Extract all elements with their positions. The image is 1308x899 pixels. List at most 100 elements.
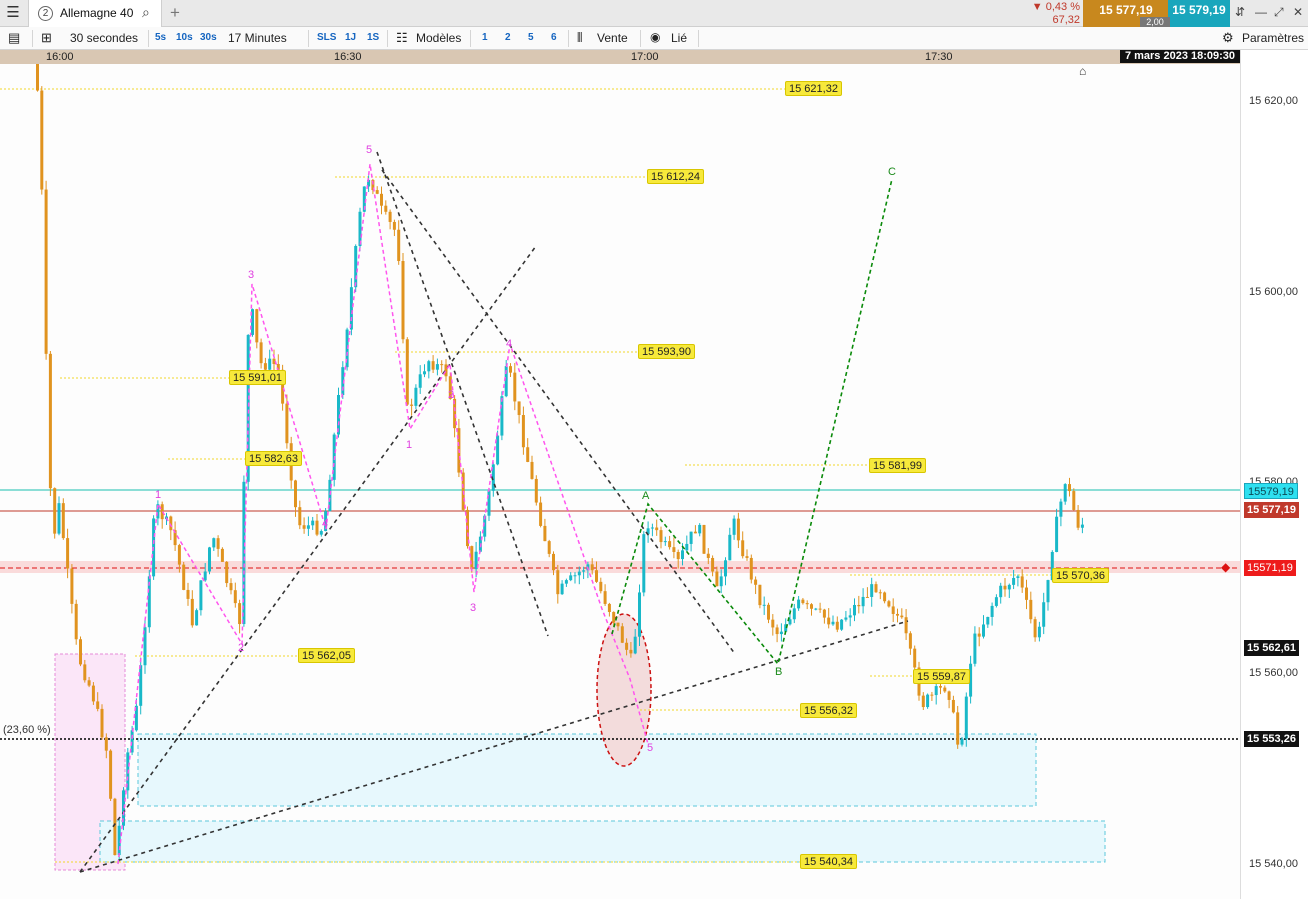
candle-body — [835, 621, 839, 630]
models-button[interactable]: Modèles — [416, 31, 461, 45]
candle-body — [487, 490, 491, 516]
price-axis[interactable]: 15 620,00 15 600,00 15 580,00 15 560,00 … — [1221, 50, 1308, 899]
range-sls[interactable]: SLS — [317, 32, 336, 43]
candle-body — [939, 686, 942, 688]
candle-body — [715, 571, 719, 587]
candle-body — [1020, 576, 1024, 588]
demand-zone-lower — [99, 820, 1106, 863]
candle-body — [1033, 619, 1037, 638]
candle-body — [435, 364, 439, 370]
price-chart[interactable] — [0, 64, 1240, 899]
period-select[interactable]: 17 Minutes — [228, 31, 287, 45]
candle-body — [672, 547, 676, 552]
candle-body — [719, 576, 723, 587]
candle-body — [698, 524, 702, 534]
candle-body — [805, 603, 809, 605]
model-slot-6[interactable]: 6 — [551, 32, 557, 43]
candle-body — [392, 221, 396, 230]
candle-body — [233, 590, 237, 604]
model-slot-5[interactable]: 5 — [528, 32, 534, 43]
candle-body — [861, 596, 865, 607]
range-1j[interactable]: 1J — [345, 32, 356, 43]
gear-icon[interactable]: ⚙ — [1222, 30, 1234, 46]
interval-30s[interactable]: 30s — [200, 32, 217, 43]
candle-body — [749, 557, 753, 580]
candle-body — [190, 598, 194, 626]
candle-body — [203, 571, 207, 581]
layout-icon[interactable]: ⊞ — [41, 30, 52, 46]
demand-zone-upper — [137, 733, 1037, 807]
level-label: 15 582,63 — [245, 451, 302, 466]
time-axis: 16:00 16:30 17:00 17:30 — [0, 50, 1240, 64]
candle-body — [96, 701, 100, 709]
interval-10s[interactable]: 10s — [176, 32, 193, 43]
candle-body — [349, 287, 353, 330]
level-label: 15 559,87 — [913, 669, 970, 684]
settings-button[interactable]: Paramètres — [1242, 31, 1304, 45]
model-slot-2[interactable]: 2 — [505, 32, 511, 43]
candle-body — [199, 580, 203, 611]
candle-body — [573, 575, 577, 577]
candle-body — [973, 633, 977, 664]
hamburger-icon[interactable]: ☰ — [4, 5, 22, 21]
candle-body — [926, 694, 930, 708]
candle-body — [556, 570, 560, 595]
side-select[interactable]: Vente — [597, 31, 628, 45]
range-1s[interactable]: 1S — [367, 32, 379, 43]
candle-body — [689, 531, 693, 544]
abc-label: C — [888, 166, 896, 178]
candle-body — [741, 540, 745, 557]
close-icon[interactable]: ✕ — [1293, 5, 1303, 19]
candle-body — [814, 608, 818, 610]
add-tab-icon[interactable]: + — [170, 3, 180, 23]
instrument-tab[interactable]: 2 Allemagne 40 ⌕ — [28, 0, 162, 27]
candle-body — [848, 615, 852, 618]
candles-icon[interactable]: ⫴ — [577, 30, 582, 46]
candle-body — [582, 570, 586, 572]
candle-body — [238, 603, 242, 625]
link-button[interactable]: Lié — [671, 31, 687, 45]
candle-body — [513, 372, 517, 402]
interval-5s[interactable]: 5s — [155, 32, 166, 43]
search-icon[interactable]: ⌕ — [142, 4, 150, 21]
alert-price-tag[interactable]: 15571,19 — [1244, 560, 1296, 576]
candle-body — [616, 622, 620, 627]
alert-handle-icon[interactable]: ◆ — [1221, 560, 1230, 574]
popout-icon[interactable]: ⤢ — [1274, 5, 1284, 20]
candle-body — [986, 616, 990, 625]
level-label: 15 556,32 — [800, 703, 857, 718]
link-icon[interactable]: ◉ — [650, 30, 660, 44]
minimize-icon[interactable]: — — [1255, 5, 1267, 19]
buy-price-button[interactable]: 15 579,19 — [1168, 0, 1230, 27]
candle-body — [659, 530, 663, 543]
candle-body — [354, 245, 358, 288]
candle-body — [853, 604, 856, 616]
model-slot-1[interactable]: 1 — [482, 32, 488, 43]
time-label: 16:30 — [334, 51, 362, 63]
time-label: 16:00 — [46, 51, 74, 63]
interval-select[interactable]: 30 secondes — [70, 31, 138, 45]
list-icon[interactable]: ▤ — [8, 30, 20, 46]
level-label: 15 621,32 — [785, 81, 842, 96]
candle-body — [195, 610, 199, 626]
candle-body — [259, 342, 263, 364]
level-label: 15 570,36 — [1052, 568, 1109, 583]
candle-body — [693, 531, 697, 534]
candle-body — [943, 687, 947, 692]
candle-body — [612, 611, 616, 623]
candle-body — [564, 580, 568, 584]
change-absolute: 67,32 — [1052, 14, 1080, 26]
candle-body — [625, 642, 629, 650]
candle-body — [414, 387, 418, 406]
models-icon[interactable]: ☷ — [396, 30, 408, 46]
chart-area[interactable]: 15 621,32 15 612,24 15 593,90 15 591,01 … — [0, 64, 1240, 899]
candle-body — [994, 597, 998, 606]
highlight-ellipse — [596, 613, 652, 767]
candle-body — [831, 621, 835, 625]
top-bar: ☰ 2 Allemagne 40 ⌕ + ▼ 0,43 % 67,32 15 5… — [0, 0, 1308, 28]
scroll-up-icon[interactable]: ⌂ — [1079, 64, 1091, 78]
settings-arrows-icon[interactable]: ⇵ — [1235, 5, 1245, 19]
candle-body — [1007, 584, 1011, 590]
wave-label: 4 — [506, 338, 513, 350]
candle-body — [104, 737, 108, 751]
